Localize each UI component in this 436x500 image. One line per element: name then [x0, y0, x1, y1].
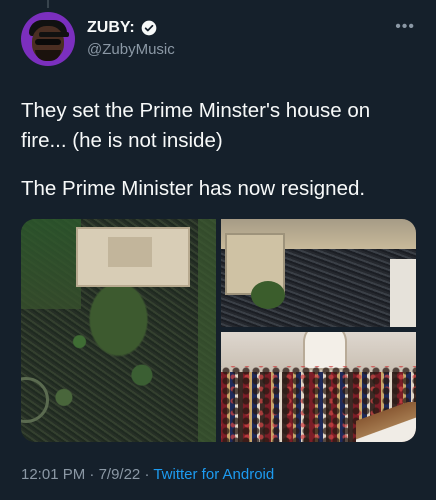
meta-separator: · [140, 466, 154, 483]
photo-crowd-building[interactable] [221, 219, 416, 327]
tweet-time[interactable]: 12:01 PM [21, 466, 85, 483]
meta-separator: · [85, 466, 99, 483]
tweet-meta: 12:01 PM · 7/9/22 · Twitter for Android [21, 466, 274, 483]
tweet-text-line-2: The Prime Minister has now resigned. [21, 177, 366, 200]
photo-crowd-interior[interactable] [221, 332, 416, 442]
ellipsis-icon[interactable]: ••• [395, 18, 415, 36]
tweet-source-link[interactable]: Twitter for Android [153, 466, 274, 483]
author-name-row[interactable]: ZUBY: [87, 19, 157, 37]
tweet-text-line-1: They set the Prime Minster's house on fi… [21, 99, 371, 152]
user-handle[interactable]: @ZubyMusic [87, 41, 175, 58]
thread-connector-line [47, 0, 49, 8]
display-name[interactable]: ZUBY: [87, 19, 135, 37]
verified-badge-icon [141, 20, 157, 36]
tweet-date[interactable]: 7/9/22 [99, 466, 141, 483]
photo-aerial-crowd[interactable] [21, 219, 216, 442]
avatar[interactable] [21, 12, 75, 66]
media-grid [21, 219, 416, 442]
